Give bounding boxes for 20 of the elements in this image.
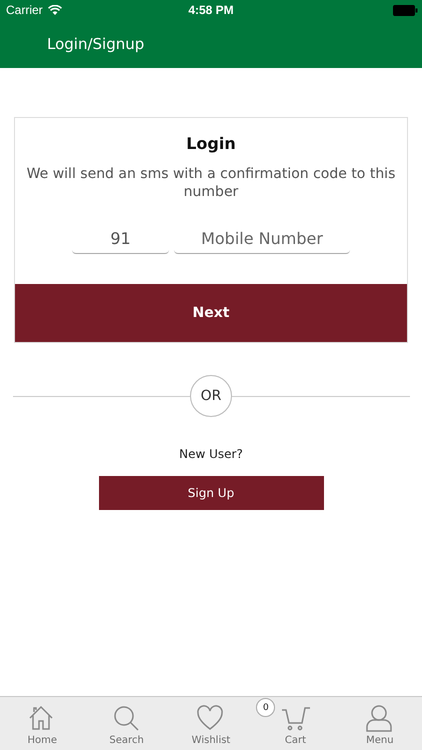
cart-count-badge: 0 <box>256 698 276 717</box>
or-label: OR <box>190 375 232 417</box>
tab-item[interactable]: Home <box>0 697 84 750</box>
country-code-field[interactable]: 91 <box>72 223 169 254</box>
next-button[interactable]: Next <box>15 284 407 342</box>
mobile-number-field[interactable]: Mobile Number <box>174 223 350 254</box>
tab-item[interactable]: Menu <box>338 697 422 750</box>
tab-item[interactable]: Search <box>84 697 169 750</box>
tab-item[interactable]: Wishlist <box>168 697 254 750</box>
battery-icon <box>393 4 418 16</box>
user-icon <box>364 704 395 733</box>
tab-item[interactable]: 0 Cart <box>253 697 338 750</box>
sign-up-button[interactable]: Sign Up <box>98 476 324 510</box>
new-user-text: New User? <box>179 447 243 461</box>
carrier-name: Carrier <box>6 3 43 17</box>
clock-time: 4:58 PM <box>188 3 234 17</box>
wifi-icon <box>48 5 62 15</box>
instruction-text: We will send an sms with a confirmation code to this number <box>26 165 396 201</box>
card-title: Login <box>186 134 236 153</box>
screen-title: Login/Signup <box>47 35 144 53</box>
